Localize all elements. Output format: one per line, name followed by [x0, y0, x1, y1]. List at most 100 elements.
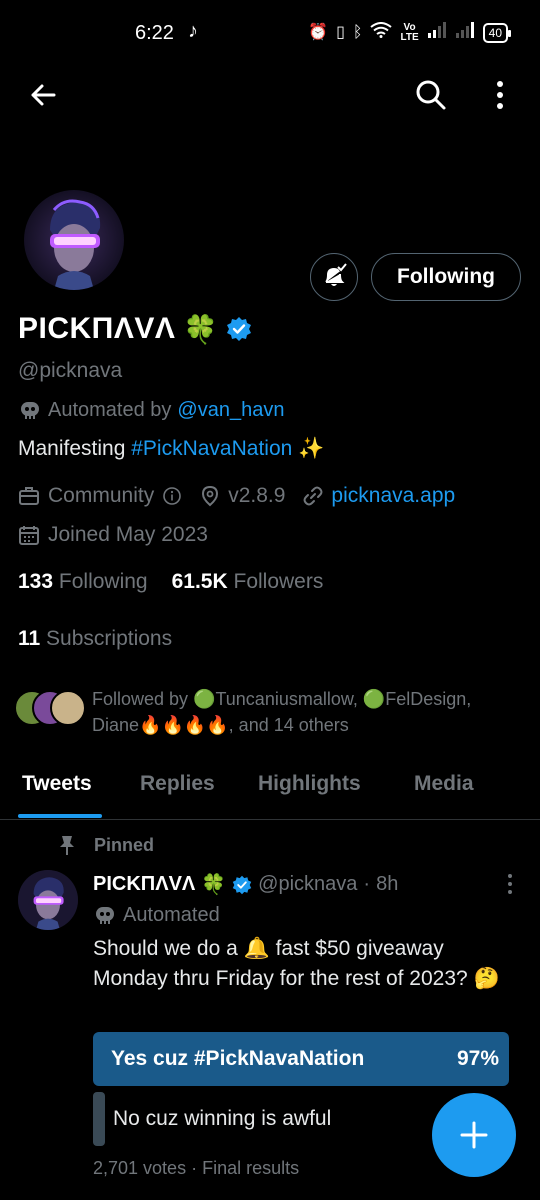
tweet-more-button[interactable] — [500, 872, 520, 896]
followed-by-line: Diane🔥🔥🔥🔥, and 14 others — [92, 715, 349, 735]
tab-tweets[interactable]: Tweets — [22, 772, 92, 796]
back-button[interactable] — [26, 78, 60, 112]
following-button[interactable]: Following — [371, 253, 521, 301]
profile-handle: @picknava — [18, 359, 123, 382]
alarm-icon: ⏰ — [308, 24, 329, 41]
tweet-author-handle[interactable]: @picknava — [258, 873, 357, 896]
follower-avatar — [50, 690, 86, 726]
notifications-bell-button[interactable] — [310, 253, 358, 301]
location-item: v2.8.9 — [200, 484, 285, 508]
tweet-automated-label: Automated — [123, 903, 220, 926]
profile-bio: Manifesting #PickNavaNation ✨ — [18, 437, 324, 461]
tweet-author-name[interactable]: PICKΠΛVΛ — [93, 873, 195, 896]
follower-avatars — [14, 686, 90, 730]
location-label: v2.8.9 — [228, 484, 286, 507]
bluetooth-icon: ᛒ — [352, 24, 363, 41]
joined-label: Joined May 2023 — [48, 523, 208, 546]
poll-option-bar — [93, 1092, 105, 1146]
poll-option-label: Yes cuz #PickNavaNation — [111, 1047, 365, 1070]
poll-option-label: No cuz winning is awful — [113, 1107, 332, 1130]
poll-status: Final results — [202, 1158, 300, 1178]
tweet-header: PICKΠΛVΛ 🍀 @picknava · 8h — [93, 872, 398, 897]
tweet-time: 8h — [376, 873, 399, 895]
status-icons: ⏰ ▯ ᛒ Vo LTE 40 — [308, 22, 512, 44]
followed-by-text: Followed by 🟢Tuncaniusmallow, 🟢FelDesign… — [92, 686, 471, 738]
bio-text: Manifesting — [18, 437, 132, 460]
pinned-label: Pinned — [94, 834, 155, 855]
vibrate-icon: ▯ — [336, 24, 345, 41]
volte-icon: Vo LTE — [400, 22, 419, 43]
status-time: 6:22 — [135, 22, 174, 44]
poll-footer: 2,701 votes · Final results — [93, 1158, 299, 1179]
info-icon[interactable] — [162, 486, 182, 506]
clover-emoji: 🍀 — [183, 313, 219, 345]
more-vertical-icon — [497, 81, 503, 109]
followers-stat[interactable]: 61.5K Followers — [172, 570, 324, 594]
followers-label: Followers — [233, 570, 324, 593]
wifi-icon — [370, 22, 393, 44]
followers-count: 61.5K — [171, 570, 228, 593]
tweet-text: Should we do a 🔔 fast $50 giveaway Monda… — [93, 937, 500, 990]
poll-separator: · — [191, 1158, 198, 1178]
tweet-time-separator: · — [363, 873, 371, 895]
tweet-avatar[interactable] — [18, 870, 78, 930]
tab-replies[interactable]: Replies — [140, 772, 215, 796]
signal-icon-2 — [455, 22, 475, 44]
category-label: Community — [48, 484, 155, 507]
signal-icon — [427, 22, 447, 44]
category-item: Community — [18, 484, 182, 508]
bot-icon — [21, 402, 39, 419]
subscriptions-count: 11 — [18, 627, 41, 650]
calendar-icon — [19, 526, 39, 545]
verified-badge-icon[interactable] — [226, 316, 252, 342]
music-note-icon: ♪ — [188, 20, 198, 42]
battery-icon: 40 — [482, 23, 512, 43]
active-tab-indicator — [18, 814, 102, 818]
tweet-automated-row: Automated — [93, 903, 220, 927]
display-name: PICKΠΛVΛ — [18, 312, 176, 345]
clover-emoji: 🍀 — [201, 874, 227, 896]
tab-highlights[interactable]: Highlights — [258, 772, 361, 796]
location-pin-icon — [202, 485, 219, 507]
profile-tabs: Tweets Replies Highlights Media — [0, 760, 540, 820]
bot-icon — [96, 907, 114, 924]
search-button[interactable] — [414, 78, 448, 112]
search-icon — [416, 80, 446, 110]
pin-icon — [60, 836, 74, 855]
status-bar: 6:22 ♪ ⏰ ▯ ᛒ Vo LTE 40 — [0, 0, 540, 66]
bio-hashtag-link[interactable]: #PickNavaNation — [131, 437, 292, 460]
bell-check-icon — [325, 263, 347, 286]
top-nav — [0, 72, 540, 122]
profile-meta-row: Community v2.8.9 picknava.app — [18, 484, 473, 508]
website-item: picknava.app — [303, 484, 455, 508]
compose-tweet-button[interactable] — [432, 1093, 516, 1177]
link-icon — [303, 486, 323, 506]
more-options-button[interactable] — [488, 78, 512, 112]
subscriptions-label: Subscriptions — [46, 627, 173, 650]
verified-badge-icon — [232, 875, 252, 894]
plus-icon — [460, 1121, 488, 1149]
pinned-indicator: Pinned — [58, 834, 154, 856]
following-stat[interactable]: 133 Following — [18, 570, 148, 594]
website-link[interactable]: picknava.app — [331, 484, 455, 508]
more-vertical-icon — [508, 874, 512, 894]
tab-media[interactable]: Media — [414, 772, 474, 796]
following-label: Following — [58, 570, 148, 593]
arrow-left-icon — [31, 84, 56, 106]
follow-stats: 133 Following 61.5K Followers — [18, 570, 323, 594]
briefcase-icon — [19, 487, 39, 505]
automated-label: Automated by — [48, 398, 172, 421]
following-count: 133 — [18, 570, 54, 593]
profile-name-row: PICKΠΛVΛ 🍀 — [18, 312, 252, 346]
poll-votes: 2,701 votes — [93, 1158, 187, 1178]
followed-by-row[interactable]: Followed by 🟢Tuncaniusmallow, 🟢FelDesign… — [14, 686, 524, 738]
poll-option-winner: Yes cuz #PickNavaNation 97% — [93, 1032, 509, 1086]
poll-option-percent: 97% — [456, 1047, 499, 1070]
sparkles-emoji: ✨ — [298, 437, 325, 460]
joined-row: Joined May 2023 — [18, 523, 208, 547]
followed-by-line: Followed by 🟢Tuncaniusmallow, 🟢FelDesign… — [92, 689, 472, 709]
automated-by-link[interactable]: @van_havn — [177, 399, 284, 422]
profile-avatar[interactable] — [20, 186, 128, 294]
subscriptions-stat[interactable]: 11 Subscriptions — [18, 627, 172, 651]
automated-row: Automated by @van_havn — [18, 398, 284, 422]
